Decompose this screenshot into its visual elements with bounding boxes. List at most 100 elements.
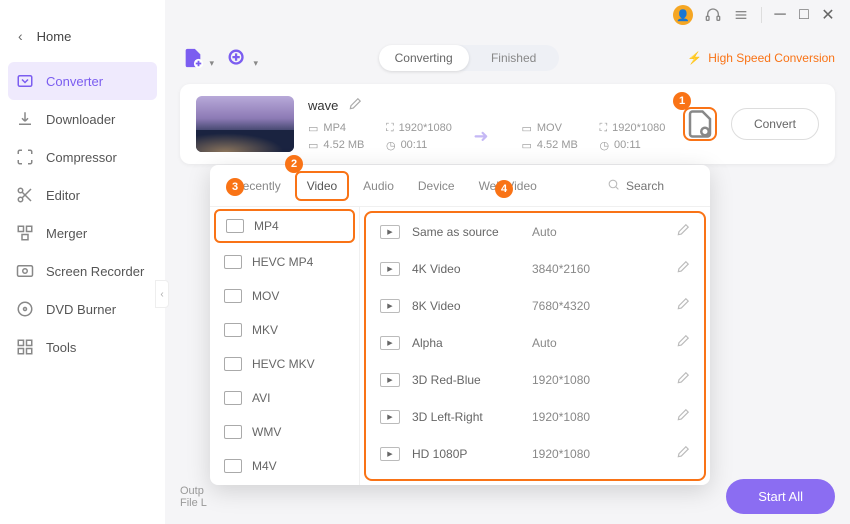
menu-icon[interactable]	[733, 7, 749, 23]
format-item-mov[interactable]: MOV	[210, 279, 359, 313]
home-label: Home	[37, 29, 72, 44]
sidebar-item-label: Screen Recorder	[46, 264, 144, 279]
format-item-hevc-mkv[interactable]: HEVC MKV	[210, 347, 359, 381]
format-icon	[226, 219, 244, 233]
preset-resolution: 1920*1080	[532, 373, 612, 387]
edit-preset-icon[interactable]	[676, 334, 690, 351]
add-file-button[interactable]: ▾	[180, 47, 206, 69]
sidebar-item-label: DVD Burner	[46, 302, 116, 317]
preset-item[interactable]: ▶ Same as source Auto	[366, 213, 704, 250]
callout-badge-1: 1	[673, 92, 691, 110]
format-label: WMV	[252, 425, 281, 439]
film-icon: ▭	[308, 122, 318, 135]
format-panel: Recently Video Audio Device Web Video MP…	[210, 165, 710, 485]
headset-icon[interactable]	[705, 7, 721, 23]
add-folder-button[interactable]: ▾	[224, 47, 250, 69]
clock-icon: ◷	[386, 139, 396, 152]
sidebar-item-editor[interactable]: Editor	[0, 176, 165, 214]
speed-label: High Speed Conversion	[708, 51, 835, 65]
edit-preset-icon[interactable]	[676, 297, 690, 314]
edit-preset-icon[interactable]	[676, 260, 690, 277]
preset-item[interactable]: ▶HD 1080P1920*1080	[366, 435, 704, 472]
panel-tab-video[interactable]: Video	[295, 171, 349, 201]
format-icon	[224, 459, 242, 473]
preset-resolution: Auto	[532, 225, 612, 239]
preset-item[interactable]: ▶3D Red-Blue1920*1080	[366, 361, 704, 398]
format-item-m4v[interactable]: M4V	[210, 449, 359, 483]
home-link[interactable]: ‹ Home	[0, 20, 165, 62]
preset-name: Same as source	[412, 225, 520, 239]
video-thumbnail[interactable]	[196, 96, 294, 152]
preset-name: 8K Video	[412, 299, 520, 313]
source-format: ▭MP4	[308, 122, 368, 135]
format-icon	[224, 425, 242, 439]
search-icon	[607, 178, 620, 194]
collapse-sidebar-button[interactable]: ‹	[155, 280, 169, 308]
file-name: wave	[308, 98, 338, 113]
sidebar-item-converter[interactable]: Converter	[8, 62, 157, 100]
preset-icon: ▶	[380, 262, 400, 276]
format-item-avi[interactable]: AVI	[210, 381, 359, 415]
format-item-mkv[interactable]: MKV	[210, 313, 359, 347]
recorder-icon	[16, 262, 34, 280]
preset-icon: ▶	[380, 410, 400, 424]
folder-icon: ▭	[308, 139, 318, 152]
sidebar-item-label: Converter	[46, 74, 103, 89]
tab-converting[interactable]: Converting	[379, 45, 469, 71]
panel-tab-device[interactable]: Device	[408, 173, 465, 199]
sidebar-item-label: Downloader	[46, 112, 115, 127]
high-speed-indicator[interactable]: ⚡ High Speed Conversion	[687, 51, 835, 65]
grid-icon	[16, 338, 34, 356]
format-label: M4V	[252, 459, 277, 473]
sidebar-item-tools[interactable]: Tools	[0, 328, 165, 366]
preset-icon: ▶	[380, 299, 400, 313]
edit-preset-icon[interactable]	[676, 223, 690, 240]
format-item-hevc-mp4[interactable]: HEVC MP4	[210, 245, 359, 279]
merge-icon	[16, 224, 34, 242]
format-icon	[224, 323, 242, 337]
output-settings-button[interactable]	[683, 107, 717, 141]
format-item-wmv[interactable]: WMV	[210, 415, 359, 449]
edit-preset-icon[interactable]	[676, 445, 690, 462]
sidebar-item-label: Tools	[46, 340, 76, 355]
callout-badge-2: 2	[285, 155, 303, 173]
disc-icon	[16, 300, 34, 318]
preset-icon: ▶	[380, 225, 400, 239]
preset-resolution: 1920*1080	[532, 410, 612, 424]
maximize-button[interactable]: □	[798, 9, 810, 21]
sidebar-item-recorder[interactable]: Screen Recorder	[0, 252, 165, 290]
preset-resolution: 1920*1080	[532, 447, 612, 461]
format-label: HEVC MP4	[252, 255, 313, 269]
sidebar-item-downloader[interactable]: Downloader	[0, 100, 165, 138]
preset-name: 4K Video	[412, 262, 520, 276]
sidebar-item-compressor[interactable]: Compressor	[0, 138, 165, 176]
format-label: MKV	[252, 323, 278, 337]
minimize-button[interactable]: ─	[774, 9, 786, 21]
format-item-mp4[interactable]: MP4	[214, 209, 355, 243]
preset-item[interactable]: ▶HD 720P1280*720	[366, 472, 704, 481]
format-icon	[224, 357, 242, 371]
preset-item[interactable]: ▶AlphaAuto	[366, 324, 704, 361]
start-all-button[interactable]: Start All	[726, 479, 835, 514]
edit-name-icon[interactable]	[348, 97, 362, 114]
search-input[interactable]	[626, 179, 696, 193]
close-button[interactable]: ✕	[822, 9, 834, 21]
format-icon	[224, 255, 242, 269]
preset-item[interactable]: ▶4K Video3840*2160	[366, 250, 704, 287]
panel-tab-audio[interactable]: Audio	[353, 173, 404, 199]
sidebar-item-label: Editor	[46, 188, 80, 203]
tab-finished[interactable]: Finished	[469, 45, 559, 71]
preset-item[interactable]: ▶3D Left-Right1920*1080	[366, 398, 704, 435]
edit-preset-icon[interactable]	[676, 371, 690, 388]
sidebar-item-dvd[interactable]: DVD Burner	[0, 290, 165, 328]
sidebar-item-merger[interactable]: Merger	[0, 214, 165, 252]
scissors-icon	[16, 186, 34, 204]
bolt-icon: ⚡	[687, 51, 702, 65]
sidebar: ‹ Home Converter Downloader Compressor E…	[0, 0, 165, 524]
preset-item[interactable]: ▶8K Video7680*4320	[366, 287, 704, 324]
target-duration: ◷00:11	[599, 139, 669, 152]
convert-button[interactable]: Convert	[731, 108, 819, 140]
status-tabs: Converting Finished	[379, 45, 559, 71]
user-avatar[interactable]: 👤	[673, 5, 693, 25]
edit-preset-icon[interactable]	[676, 408, 690, 425]
